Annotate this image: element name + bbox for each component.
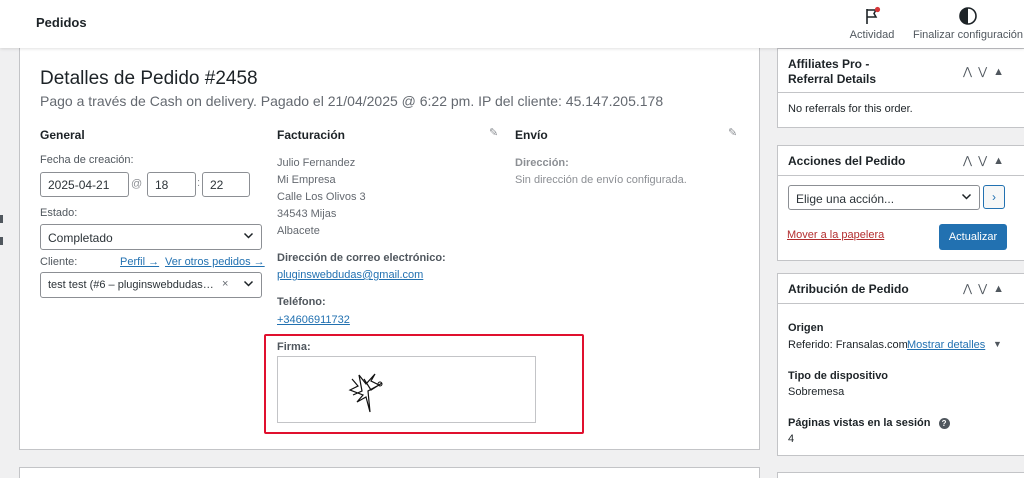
edge-indicator (0, 215, 3, 223)
move-up-icon[interactable]: ⋀ (963, 66, 978, 78)
customer-label: Cliente: (40, 256, 78, 268)
toggle-panel-icon[interactable]: ▲ (993, 66, 1010, 78)
signature-label: Firma: (277, 341, 311, 353)
order-heading: Detalles de Pedido #2458 (40, 68, 258, 89)
billing-line: 34543 Mijas (277, 208, 337, 220)
next-sidebar-box (777, 472, 1024, 478)
triangle-down-icon[interactable]: ▼ (993, 339, 1002, 349)
move-down-icon[interactable]: ⋁ (978, 283, 993, 295)
email-label: Dirección de correo electrónico: (277, 252, 446, 264)
shipping-address-value: Sin dirección de envío configurada. (515, 174, 687, 186)
billing-line: Julio Fernandez (277, 157, 356, 169)
box-controls[interactable]: ⋀⋁▲ (963, 282, 1010, 295)
customer-value: test test (#6 – pluginswebdudas… (48, 279, 214, 291)
phone-label: Teléfono: (277, 296, 326, 308)
order-subheading: Pago a través de Cash on delivery. Pagad… (40, 93, 664, 109)
order-actions-box: Acciones del Pedido ⋀⋁▲ Elige una acción… (777, 145, 1024, 261)
affiliates-title-line1: Affiliates Pro - (788, 57, 870, 71)
status-value: Completado (48, 231, 113, 245)
pages-viewed-label: Páginas vistas en la sesión ? (788, 417, 950, 429)
order-minute-input[interactable]: 22 (202, 172, 250, 197)
move-down-icon[interactable]: ⋁ (978, 155, 993, 167)
order-date-input[interactable]: 2025-04-21 (40, 172, 129, 197)
billing-line: Albacete (277, 225, 320, 237)
order-action-select[interactable]: Elige una acción... (788, 185, 980, 210)
toggle-panel-icon[interactable]: ▲ (993, 283, 1010, 295)
flag-icon (848, 6, 896, 26)
status-label: Estado: (40, 207, 78, 219)
billing-line: Mi Empresa (277, 174, 336, 186)
edit-billing-pencil-icon[interactable]: ✎ (489, 126, 498, 139)
billing-line: Calle Los Olivos 3 (277, 191, 366, 203)
origin-label: Origen (788, 322, 824, 334)
shipping-address-label: Dirección: (515, 157, 569, 169)
order-items-panel (19, 467, 760, 478)
page-title: Pedidos (36, 15, 87, 30)
billing-phone-link[interactable]: +34606911732 (277, 314, 350, 326)
help-icon[interactable]: ? (938, 417, 950, 429)
pages-viewed-value: 4 (788, 433, 795, 445)
device-value: Sobremesa (788, 386, 845, 398)
attribution-title: Atribución de Pedido (788, 282, 909, 296)
edit-shipping-pencil-icon[interactable]: ✎ (728, 126, 737, 139)
half-circle-icon (912, 6, 1024, 26)
activity-button[interactable]: Actividad (848, 6, 896, 41)
move-down-icon[interactable]: ⋁ (978, 66, 993, 78)
affiliates-header: Affiliates Pro - Referral Details ⋀⋁▲ (778, 49, 1024, 93)
order-actions-title: Acciones del Pedido (788, 154, 906, 168)
customer-profile-link[interactable]: Perfil → (120, 256, 159, 268)
pages-viewed-text: Páginas vistas en la sesión (788, 417, 931, 429)
show-details-link[interactable]: Mostrar detalles (907, 339, 985, 351)
move-up-icon[interactable]: ⋀ (963, 155, 978, 167)
finish-setup-button[interactable]: Finalizar configuración (912, 6, 1024, 41)
chevron-down-icon (961, 191, 972, 205)
affiliates-body: No referrals for this order. (788, 103, 913, 115)
created-date-label: Fecha de creación: (40, 154, 134, 166)
billing-heading: Facturación (277, 128, 346, 142)
order-hour-input[interactable]: 18 (147, 172, 196, 197)
chevron-down-icon (243, 230, 254, 244)
finish-setup-label: Finalizar configuración (912, 29, 1024, 41)
general-heading: General (40, 128, 85, 142)
affiliates-box: Affiliates Pro - Referral Details ⋀⋁▲ No… (777, 48, 1024, 128)
signature-image (277, 356, 536, 423)
device-label: Tipo de dispositivo (788, 370, 889, 382)
top-bar: Pedidos Actividad Finalizar configuració… (0, 0, 1024, 48)
toggle-panel-icon[interactable]: ▲ (993, 155, 1010, 167)
activity-label: Actividad (849, 29, 895, 41)
origin-value: Referido: Fransalas.com (788, 339, 908, 351)
time-separator: : (197, 177, 201, 189)
other-orders-link[interactable]: Ver otros pedidos → (165, 256, 265, 268)
order-attribution-box: Atribución de Pedido ⋀⋁▲ Origen Referido… (777, 273, 1024, 456)
move-to-trash-link[interactable]: Mover a la papelera (787, 229, 884, 241)
chevron-down-icon (243, 278, 254, 292)
billing-email-link[interactable]: pluginswebdudas@gmail.com (277, 269, 423, 281)
move-up-icon[interactable]: ⋀ (963, 283, 978, 295)
shipping-heading: Envío (515, 128, 548, 142)
affiliates-title-line2: Referral Details (788, 72, 877, 86)
box-controls[interactable]: ⋀⋁▲ (963, 154, 1010, 167)
attribution-header: Atribución de Pedido ⋀⋁▲ (778, 274, 1024, 304)
at-separator: @ (131, 178, 143, 190)
customer-select[interactable]: test test (#6 – pluginswebdudas… × (40, 272, 262, 298)
status-select[interactable]: Completado (40, 224, 262, 250)
apply-action-button[interactable]: › (983, 185, 1005, 209)
update-button[interactable]: Actualizar (939, 224, 1007, 250)
clear-customer-icon[interactable]: × (222, 278, 228, 290)
affiliates-title: Affiliates Pro - Referral Details (788, 57, 876, 87)
order-action-placeholder: Elige una acción... (796, 192, 895, 206)
edge-indicator (0, 237, 3, 245)
box-controls[interactable]: ⋀⋁▲ (963, 65, 1010, 78)
order-actions-header: Acciones del Pedido ⋀⋁▲ (778, 146, 1024, 176)
